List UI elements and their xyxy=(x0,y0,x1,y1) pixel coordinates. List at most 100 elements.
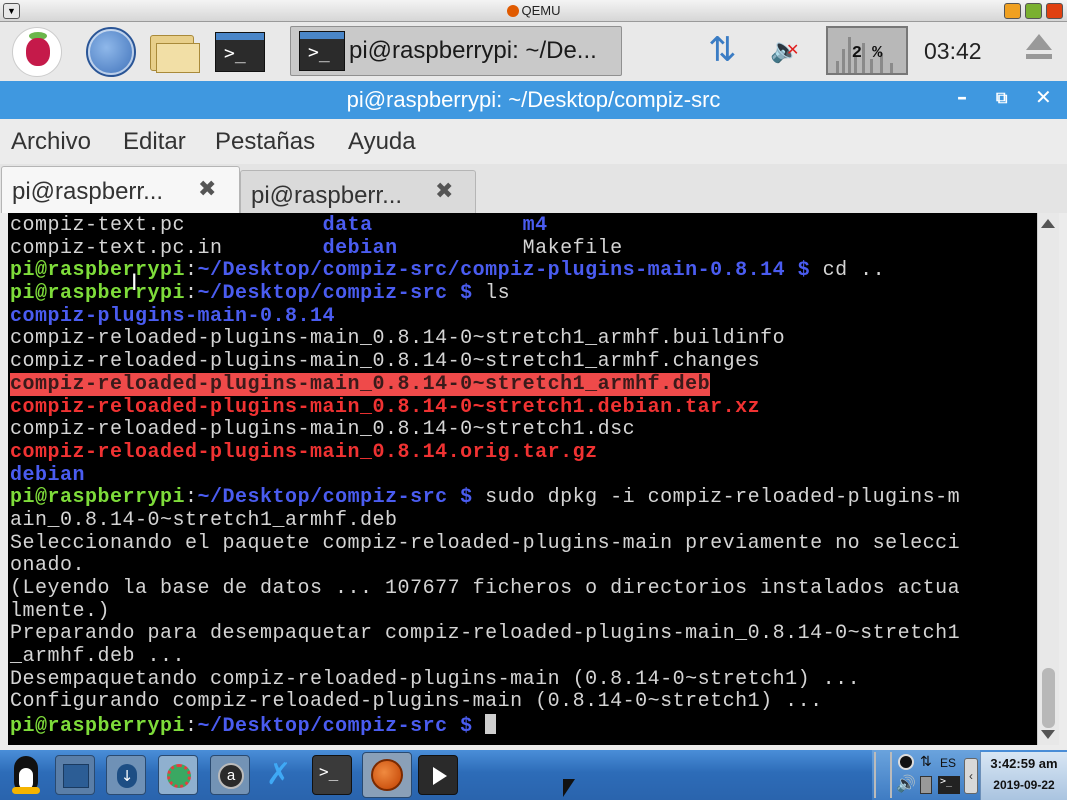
terminal-text: compiz-reloaded-plugins-main_0.8.14-0~st… xyxy=(10,372,711,396)
eject-icon[interactable] xyxy=(1026,34,1052,62)
raspberry-menu-button[interactable] xyxy=(12,27,62,77)
text-cursor-icon: I xyxy=(131,271,138,296)
download-launcher-icon[interactable]: ↓ xyxy=(106,755,146,795)
terminal-line: compiz-text.pc data m4 xyxy=(10,214,960,238)
terminal-text: lmente.) xyxy=(10,599,111,623)
qemu-icon xyxy=(506,5,519,17)
terminal-text: pi@raspberrypi xyxy=(10,259,186,283)
terminal-lines: compiz-text.pc data m4 compiz-text.pc.in … xyxy=(10,214,961,739)
terminal-text: pi@raspberrypi xyxy=(10,486,186,510)
terminal-text: compiz-reloaded-plugins-main_0.8.14-0~st… xyxy=(10,418,636,442)
terminal-line: compiz-reloaded-plugins-main_0.8.14-0~st… xyxy=(10,328,960,351)
scrollbar-thumb[interactable] xyxy=(1042,668,1055,728)
terminal-text: Desempaquetando compiz-reloaded-plugins-… xyxy=(10,667,861,691)
terminal-text: : xyxy=(185,715,198,739)
terminal-text: Preparando para desempaquetar compiz-rel… xyxy=(10,622,961,646)
qemu-taskbar-icon[interactable] xyxy=(362,752,412,798)
terminal-text: : xyxy=(185,259,198,283)
tab-2-close-icon[interactable]: ✖ xyxy=(435,179,453,204)
terminal-text: ain_0.8.14-0~stretch1_armhf.deb xyxy=(10,508,398,532)
terminal-line: compiz-text.pc.in debian Makefile xyxy=(10,236,960,261)
terminal-line: compiz-reloaded-plugins-main_0.8.14-0~st… xyxy=(10,350,960,374)
panel-clock[interactable]: 03:42 xyxy=(924,38,982,65)
terminal-text: ~/Desktop/compiz-src $ xyxy=(197,282,473,306)
qemu-close-button[interactable] xyxy=(1046,3,1063,19)
notes-launcher-icon[interactable]: a xyxy=(210,755,250,795)
volume-muted-icon[interactable]: 🔈 ✕ xyxy=(770,36,800,64)
terminal-text: (Leyendo la base de datos ... 107677 fic… xyxy=(10,577,961,600)
network-icon[interactable]: ⇅ xyxy=(708,32,737,68)
window-title: pi@raspberrypi: ~/Desktop/compiz-src xyxy=(346,87,721,112)
terminal-text: cd .. xyxy=(810,259,886,283)
terminal-scrollbar[interactable] xyxy=(1037,213,1059,745)
terminal-launcher-button[interactable]: >_ xyxy=(215,27,265,77)
terminal-text: debian xyxy=(10,463,86,487)
kodi-launcher-icon[interactable]: ✗ xyxy=(262,755,302,795)
tab-bar: pi@raspberr... ✖ pi@raspberr... ✖ xyxy=(0,164,1067,214)
close-icon[interactable]: ✕ xyxy=(1035,85,1052,109)
qemu-title-text: QEMU xyxy=(521,3,561,18)
terminal-text: debian xyxy=(322,236,398,260)
files-launcher-icon[interactable] xyxy=(55,755,95,795)
window-titlebar[interactable]: pi@raspberrypi: ~/Desktop/compiz-src – ⧉… xyxy=(0,81,1067,119)
terminal-line: debian xyxy=(10,463,960,488)
menu-editar[interactable]: Editar xyxy=(123,128,186,156)
terminal-text: Seleccionando el paquete compiz-reloaded… xyxy=(10,531,961,555)
task-label: pi@raspberrypi: ~/De... xyxy=(349,37,597,64)
clock-date: 2019-09-22 xyxy=(993,778,1055,792)
menu-archivo[interactable]: Archivo xyxy=(11,128,91,156)
volume-icon[interactable]: 🔊 xyxy=(896,774,916,793)
file-manager-button[interactable] xyxy=(150,27,200,77)
terminal-text: : xyxy=(185,486,198,510)
tux-icon[interactable] xyxy=(6,754,46,796)
terminal-text: ~/Desktop/compiz-src $ xyxy=(197,486,473,510)
scroll-up-icon[interactable] xyxy=(1041,219,1055,228)
play-icon[interactable] xyxy=(418,755,458,795)
web-browser-button[interactable] xyxy=(86,27,136,77)
terminal-text: ls xyxy=(472,282,511,306)
tab-1-close-icon[interactable]: ✖ xyxy=(198,177,216,202)
terminal-text: pi@raspberrypi xyxy=(10,715,186,739)
maximize-icon[interactable]: ⧉ xyxy=(996,88,1007,108)
tray-terminal-icon[interactable]: >_ xyxy=(938,776,960,794)
terminal-icon: >_ xyxy=(215,32,265,72)
terminal-line: compiz-plugins-main-0.8.14 xyxy=(10,305,960,329)
terminal-text: data xyxy=(322,214,373,237)
terminal-text: compiz-reloaded-plugins-main_0.8.14-0~st… xyxy=(10,350,761,374)
taskbar-terminal-window[interactable]: >_ pi@raspberrypi: ~/De... xyxy=(290,26,622,76)
terminal-line: Seleccionando el paquete compiz-reloaded… xyxy=(10,531,961,556)
terminal-line: pi@raspberrypi:~/Desktop/compiz-src $ xyxy=(10,714,960,739)
menu-pestanas[interactable]: Pestañas xyxy=(215,128,315,156)
keyboard-layout[interactable]: ES xyxy=(940,756,956,770)
terminal-launcher-icon[interactable]: >_ xyxy=(312,755,352,795)
terminal-text: onado. xyxy=(10,554,86,578)
terminal-line: pi@raspberrypi:~/Desktop/compiz-src $ su… xyxy=(10,486,961,510)
settings-launcher-icon[interactable] xyxy=(158,755,198,795)
minimize-icon[interactable]: – xyxy=(957,85,967,109)
clock-time: 3:42:59 am xyxy=(990,756,1058,771)
terminal-text: compiz-reloaded-plugins-main_0.8.14-0~st… xyxy=(10,327,786,351)
terminal-output[interactable]: compiz-text.pc data m4 compiz-text.pc.in … xyxy=(8,213,1037,745)
tab-1-label: pi@raspberr... xyxy=(12,178,164,205)
terminal-line: (Leyendo la base de datos ... 107677 fic… xyxy=(10,577,961,601)
taskbar-clock[interactable]: 3:42:59 am 2019-09-22 xyxy=(980,752,1067,800)
terminal-text: sudo dpkg -i compiz-reloaded-plugins-m xyxy=(472,486,961,510)
updates-icon[interactable]: ⇅ xyxy=(920,754,932,770)
globe-icon xyxy=(88,29,134,75)
qemu-minimize-button[interactable] xyxy=(1004,3,1021,19)
scroll-down-icon[interactable] xyxy=(1041,730,1055,739)
battery-icon[interactable] xyxy=(920,776,932,794)
terminal-text: Configurando compiz-reloaded-plugins-mai… xyxy=(10,690,823,714)
qemu-maximize-button[interactable] xyxy=(1025,3,1042,19)
menu-ayuda[interactable]: Ayuda xyxy=(348,128,416,156)
tray-collapse-icon[interactable]: ‹ xyxy=(964,758,978,794)
raspberry-icon xyxy=(26,38,50,66)
record-icon[interactable] xyxy=(898,754,914,770)
terminal-text: ~/Desktop/compiz-src $ xyxy=(197,715,473,739)
cpu-monitor[interactable]: 2 % xyxy=(826,26,908,75)
tab-1[interactable]: pi@raspberr... ✖ xyxy=(1,166,240,214)
tab-2[interactable]: pi@raspberr... ✖ xyxy=(240,170,476,213)
terminal-text: compiz-reloaded-plugins-main_0.8.14.orig… xyxy=(10,440,598,464)
